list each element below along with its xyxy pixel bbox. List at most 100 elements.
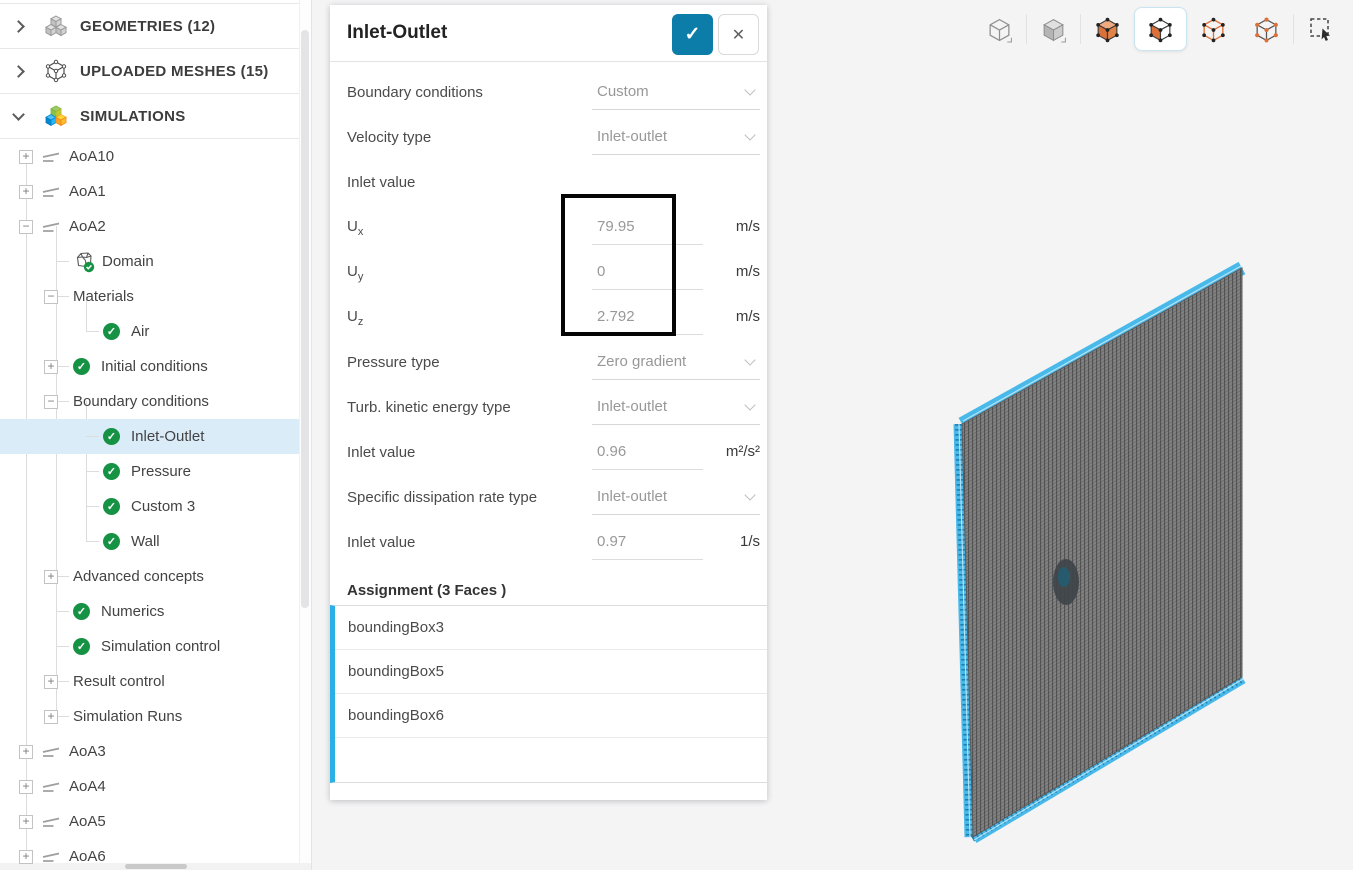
assignment-face-row[interactable]: boundingBox3: [335, 606, 767, 650]
dropdown-select[interactable]: Inlet-outlet: [592, 475, 760, 520]
tree-item-initial-conditions[interactable]: + ✓ Initial conditions: [0, 349, 300, 384]
assignment-face-row[interactable]: boundingBox6: [335, 694, 767, 738]
tree-item-simulation-control[interactable]: ✓ Simulation control: [0, 629, 300, 664]
chevron-icon[interactable]: [12, 64, 44, 78]
field-row: Pressure type Zero gradient: [330, 340, 767, 385]
boundary-condition-panel: Inlet-Outlet Boundary conditions Custom …: [330, 5, 767, 800]
chevron-icon[interactable]: [12, 19, 44, 33]
expander-icon[interactable]: +: [44, 359, 58, 374]
tree-item-label: Domain: [102, 253, 154, 270]
tree-item-domain[interactable]: Domain: [0, 244, 300, 279]
tree-item-inlet-outlet[interactable]: ✓ Inlet-Outlet: [0, 419, 300, 454]
value-input[interactable]: 0.96: [597, 443, 626, 460]
tree-item-label: AoA3: [69, 743, 106, 760]
tree-item-label: AoA6: [69, 848, 106, 865]
volume-select-tool-button[interactable]: [1081, 7, 1134, 51]
chevron-down-icon: [744, 354, 756, 366]
wireframe-view-tool-button[interactable]: [973, 7, 1026, 51]
tree-item-custom-3[interactable]: ✓ Custom 3: [0, 489, 300, 524]
sim-icon: [40, 849, 62, 865]
dropdown-select[interactable]: Inlet-outlet: [592, 115, 760, 160]
expander-icon[interactable]: −: [44, 394, 58, 409]
panel-title: Inlet-Outlet: [347, 22, 448, 43]
solid-view-tool-button[interactable]: [1027, 7, 1080, 51]
expander-icon[interactable]: +: [44, 569, 58, 584]
tree-item-air[interactable]: ✓ Air: [0, 314, 300, 349]
chevron-icon[interactable]: [12, 107, 44, 121]
vertex-select-tool-button[interactable]: [1240, 7, 1293, 51]
tree-item-simulation-runs[interactable]: + Simulation Runs: [0, 699, 300, 734]
expander-icon[interactable]: +: [19, 779, 33, 794]
tree-item-aoa2[interactable]: − AoA2: [0, 209, 300, 244]
tree-item-label: Advanced concepts: [73, 568, 204, 585]
tree-item-advanced-concepts[interactable]: + Advanced concepts: [0, 559, 300, 594]
mesh-face[interactable]: [961, 267, 1243, 838]
sim-icon: [40, 744, 62, 760]
sims-icon: [44, 104, 80, 128]
tree-item-label: Custom 3: [131, 498, 196, 515]
tree-item-label: Air: [131, 323, 150, 340]
expander-icon[interactable]: −: [19, 219, 33, 234]
section-label: SIMULATIONS: [80, 107, 186, 125]
sidebar-sections: GEOMETRIES (12) UPLOADED MESHES (15) SIM…: [0, 3, 311, 139]
expander-icon[interactable]: +: [19, 849, 33, 864]
dropdown-select[interactable]: Inlet-outlet: [592, 385, 760, 430]
project-tree-sidebar: GEOMETRIES (12) UPLOADED MESHES (15) SIM…: [0, 0, 312, 870]
expander-icon[interactable]: +: [44, 709, 58, 724]
value-input[interactable]: 0.97: [597, 533, 626, 550]
scrollbar-thumb[interactable]: [125, 864, 187, 869]
expander-icon[interactable]: −: [44, 289, 58, 304]
tree-item-aoa1[interactable]: + AoA1: [0, 174, 300, 209]
sidebar-section-geometries-12-[interactable]: GEOMETRIES (12): [0, 4, 311, 49]
tree-item-result-control[interactable]: + Result control: [0, 664, 300, 699]
assignment-face-label: boundingBox5: [348, 663, 444, 680]
close-button[interactable]: [718, 14, 759, 55]
mesh-plane[interactable]: [940, 250, 1280, 855]
value-input[interactable]: 0: [597, 263, 605, 280]
dropdown-value: Zero gradient: [597, 353, 687, 370]
input-underline: [592, 559, 703, 560]
tree-item-label: Pressure: [131, 463, 192, 480]
edge-select-tool-button[interactable]: [1187, 7, 1240, 51]
tree-item-aoa5[interactable]: + AoA5: [0, 804, 300, 839]
assignment-face-row[interactable]: boundingBox5: [335, 650, 767, 694]
scrollbar-thumb[interactable]: [301, 30, 309, 608]
assignment-empty-row[interactable]: [335, 738, 767, 782]
field-label: Boundary conditions: [347, 84, 483, 101]
value-input[interactable]: 2.792: [597, 308, 635, 325]
confirm-button[interactable]: [672, 14, 713, 55]
tree-item-label: AoA5: [69, 813, 106, 830]
field-label: Specific dissipation rate type: [347, 489, 538, 506]
tree-item-wall[interactable]: ✓ Wall: [0, 524, 300, 559]
expander-icon[interactable]: +: [44, 674, 58, 689]
tree-item-materials[interactable]: − Materials: [0, 279, 300, 314]
sidebar-vertical-scrollbar[interactable]: [299, 0, 311, 863]
check-icon: ✓: [73, 638, 90, 655]
tree-item-aoa3[interactable]: + AoA3: [0, 734, 300, 769]
unit-label: m/s: [735, 308, 760, 325]
tree-item-pressure[interactable]: ✓ Pressure: [0, 454, 300, 489]
dropdown-select[interactable]: Custom: [592, 70, 760, 115]
sidebar-section-simulations[interactable]: SIMULATIONS: [0, 94, 311, 139]
field-label: Uz: [347, 307, 364, 328]
tree-item-numerics[interactable]: ✓ Numerics: [0, 594, 300, 629]
assignment-list: boundingBox3 boundingBox5 boundingBox6: [330, 605, 767, 783]
face-select-tool-button[interactable]: [1134, 7, 1187, 51]
tree-item-label: AoA2: [69, 218, 106, 235]
sidebar-section-uploaded-meshes-15-[interactable]: UPLOADED MESHES (15): [0, 49, 311, 94]
section-label: UPLOADED MESHES (15): [80, 62, 269, 80]
check-icon: ✓: [103, 323, 120, 340]
tree-item-aoa10[interactable]: + AoA10: [0, 139, 300, 174]
expander-icon[interactable]: +: [19, 149, 33, 164]
field-label: Pressure type: [347, 354, 440, 371]
box-select-tool-button[interactable]: [1294, 7, 1347, 51]
dropdown-select[interactable]: Zero gradient: [592, 340, 760, 385]
tree-item-boundary-conditions[interactable]: − Boundary conditions: [0, 384, 300, 419]
expander-icon[interactable]: +: [19, 814, 33, 829]
field-row: Ux 79.95 m/s: [330, 205, 767, 250]
value-input[interactable]: 79.95: [597, 218, 635, 235]
tree-item-aoa4[interactable]: + AoA4: [0, 769, 300, 804]
sim-icon: [40, 814, 62, 830]
expander-icon[interactable]: +: [19, 184, 33, 199]
expander-icon[interactable]: +: [19, 744, 33, 759]
